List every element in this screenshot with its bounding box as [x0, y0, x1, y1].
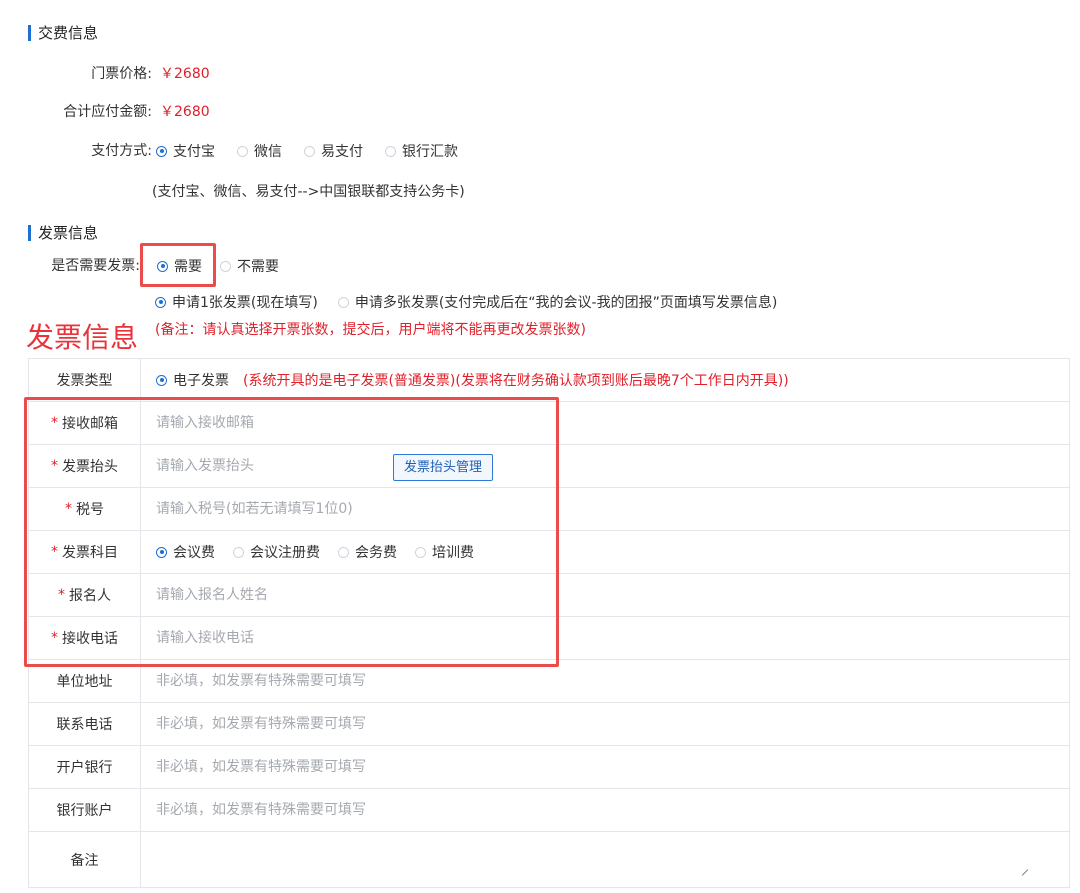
payment-method-wechat[interactable]: 微信	[237, 141, 282, 161]
payment-method-group: 支付宝 微信 易支付 银行汇款	[156, 140, 480, 162]
radio-selected-icon	[155, 296, 166, 308]
contact-phone-input[interactable]	[156, 716, 656, 732]
radio-icon	[304, 145, 315, 157]
payment-method-label: 支付方式:	[91, 143, 152, 159]
radio-selected-icon	[156, 145, 167, 157]
invoice-count-multiple[interactable]: 申请多张发票(支付完成后在“我的会议-我的团报”页面填写发票信息)	[337, 292, 777, 312]
radio-icon	[385, 145, 396, 157]
radio-icon	[237, 145, 248, 157]
payment-method-yizhifu[interactable]: 易支付	[304, 141, 363, 161]
invoice-section-title: 发票信息	[28, 224, 98, 242]
invoice-overlay-heading: 发票信息	[26, 321, 139, 354]
company-address-input[interactable]	[156, 673, 656, 689]
ticket-price-label: 门票价格:	[91, 66, 152, 82]
invoice-count-group: 申请1张发票(现在填写) 申请多张发票(支付完成后在“我的会议-我的团报”页面填…	[155, 291, 799, 313]
payment-section-title: 交费信息	[28, 24, 98, 42]
remark-textarea[interactable]	[141, 832, 1069, 887]
total-amount-value: ￥2680	[160, 104, 210, 120]
invoice-type-electronic[interactable]: 电子发票	[156, 370, 229, 390]
invoice-type-note: (系统开具的是电子发票(普通发票)(发票将在财务确认款项到账后最晚7个工作日内开…	[243, 373, 789, 389]
table-row: 备注	[29, 832, 1069, 888]
contact-phone-label: 联系电话	[29, 703, 141, 745]
ticket-price-value: ￥2680	[160, 66, 210, 82]
payment-method-note: (支付宝、微信、易支付-->中国银联都支持公务卡)	[152, 184, 465, 200]
bank-account-label: 银行账户	[29, 789, 141, 831]
invoice-count-single[interactable]: 申请1张发票(现在填写)	[155, 292, 318, 312]
need-invoice-no[interactable]: 不需要	[220, 256, 279, 276]
radio-icon	[220, 260, 231, 272]
radio-selected-icon	[156, 374, 167, 386]
invoice-count-remark: (备注：请认真选择开票张数，提交后，用户端将不能再更改发票张数)	[155, 322, 586, 338]
payment-method-alipay[interactable]: 支付宝	[156, 141, 215, 161]
bank-account-input[interactable]	[156, 802, 656, 818]
table-row: 联系电话	[29, 703, 1069, 746]
total-amount-label: 合计应付金额:	[63, 104, 152, 120]
need-invoice-highlight-box	[140, 243, 216, 287]
required-fields-highlight-box	[24, 397, 559, 667]
table-row: 开户银行	[29, 746, 1069, 789]
remark-label: 备注	[29, 832, 141, 887]
invoice-type-label: 发票类型	[29, 359, 141, 401]
bank-name-input[interactable]	[156, 759, 656, 775]
bank-name-label: 开户银行	[29, 746, 141, 788]
payment-method-bank-transfer[interactable]: 银行汇款	[385, 141, 458, 161]
radio-icon	[337, 296, 349, 308]
table-row: 银行账户	[29, 789, 1069, 832]
table-row: 发票类型 电子发票 (系统开具的是电子发票(普通发票)(发票将在财务确认款项到账…	[29, 359, 1069, 402]
need-invoice-label: 是否需要发票:	[51, 258, 140, 274]
resize-handle-icon[interactable]	[1021, 869, 1029, 876]
